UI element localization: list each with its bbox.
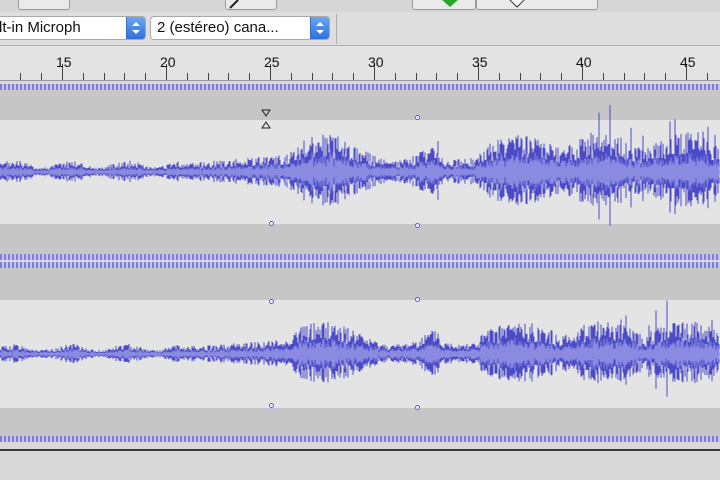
play-icon [442,0,458,7]
ruler-minor-tick [228,73,230,80]
waveform-right [0,300,720,397]
pencil-icon [229,0,239,9]
input-device-value: lt-in Microph [0,19,81,36]
ruler-minor-tick [290,73,292,80]
envelope-point[interactable] [415,297,420,302]
ruler-minor-tick [498,73,500,80]
ruler-minor-tick [457,73,459,80]
ruler-minor-tick [436,73,438,80]
select-arrows-icon [126,17,145,39]
edit-toolbar-stub[interactable] [225,0,277,10]
track-bottom-edge [0,436,720,442]
ruler-minor-tick [207,73,209,80]
envelope-point[interactable] [269,221,274,226]
ruler-label: 40 [576,54,592,70]
track-2[interactable] [0,262,720,442]
bottom-divider [0,449,720,451]
meter-toolbar-stub[interactable] [18,0,70,10]
ruler-minor-tick [706,73,708,80]
track-bottom-edge [0,254,720,260]
ruler-minor-tick [540,73,542,80]
bottom-area [0,443,720,480]
envelope-point[interactable] [415,115,420,120]
ruler-label: 30 [368,54,384,70]
ruler-minor-tick [186,73,188,80]
ruler-minor-tick [311,73,313,80]
ruler-minor-tick [561,73,563,80]
envelope-cursor-icon [260,108,274,137]
input-channels-value: 2 (estéreo) cana... [157,19,279,36]
ruler-label: 45 [680,54,696,70]
ruler-minor-tick [415,73,417,80]
envelope-point[interactable] [269,299,274,304]
toolbar-separator [336,14,337,44]
waveform-left [0,104,720,226]
ruler-minor-tick [519,73,521,80]
timeline-ruler[interactable]: 15 20 25 30 35 40 45 [0,46,720,81]
ruler-minor-tick [602,73,604,80]
select-arrows-icon [310,17,329,39]
ruler-label: 20 [160,54,176,70]
input-channels-select[interactable]: 2 (estéreo) cana... [150,16,330,40]
ruler-minor-tick [103,73,105,80]
play-at-speed-stub[interactable] [412,0,476,10]
ruler-minor-tick [623,73,625,80]
input-device-select[interactable]: lt-in Microph [0,16,146,40]
track-1[interactable] [0,84,720,260]
ruler-minor-tick [41,73,43,80]
ruler-minor-tick [249,73,251,80]
ruler-minor-tick [332,73,334,80]
ruler-minor-tick [644,73,646,80]
envelope-point[interactable] [415,405,420,410]
ruler-minor-tick [665,73,667,80]
device-toolbar: lt-in Microph 2 (estéreo) cana... [0,12,720,46]
ruler-minor-tick [353,73,355,80]
ruler-minor-tick [145,73,147,80]
ruler-label: 15 [56,54,72,70]
envelope-point[interactable] [415,223,420,228]
envelope-point[interactable] [269,403,274,408]
ruler-label: 35 [472,54,488,70]
ruler-minor-tick [20,73,22,80]
ruler-label: 25 [264,54,280,70]
speed-slider-stub[interactable] [476,0,598,10]
ruler-minor-tick [124,73,126,80]
slider-thumb-icon [509,0,525,8]
ruler-minor-tick [82,73,84,80]
ruler-minor-tick [394,73,396,80]
